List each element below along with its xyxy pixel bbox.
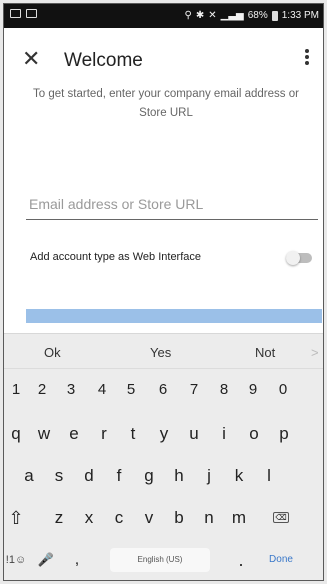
key-d[interactable]: d [74,456,104,496]
key-u[interactable]: u [179,414,209,454]
key-p[interactable]: p [269,414,299,454]
key-5[interactable]: 5 [116,370,146,410]
status-bar: ⚲ ✱ ✕ ▁▃▅ 68% 1:33 PM [4,4,323,28]
gallery-icon [10,9,21,18]
app-bar: ✕ Welcome [4,40,323,74]
notification-icons [10,9,37,18]
key-s[interactable]: s [44,456,74,496]
key-t[interactable]: t [118,414,148,454]
space-key[interactable]: English (US) [110,548,210,572]
battery-icon [271,10,278,21]
web-interface-label: Add account type as Web Interface [30,251,202,263]
microphone-key[interactable]: 🎤 [31,540,61,580]
done-key[interactable]: Done [266,540,296,580]
key-g[interactable]: g [134,456,164,496]
key-i[interactable]: i [209,414,239,454]
comma-key[interactable]: , [62,540,92,580]
key-f[interactable]: f [104,456,134,496]
key-6[interactable]: 6 [148,370,178,410]
key-v[interactable]: v [134,498,164,538]
mute-icon: ✕ [208,9,217,21]
message-icon [26,9,37,18]
letter-row-2: a s d f g h j k l [4,456,323,496]
more-options-icon[interactable] [299,48,315,68]
phone-screen: ⚲ ✱ ✕ ▁▃▅ 68% 1:33 PM ✕ Welcome To get s… [3,3,324,581]
backspace-icon: ⌫ [273,512,289,523]
key-e[interactable]: e [59,414,89,454]
email-or-store-url-input[interactable] [26,190,318,220]
backspace-key[interactable]: ⌫ [266,498,296,538]
instructions-text: To get started, enter your company email… [33,88,299,119]
key-q[interactable]: q [4,414,31,454]
number-row: 1 2 3 4 5 6 7 8 9 0 [4,370,323,410]
key-z[interactable]: z [44,498,74,538]
suggestion-1[interactable]: Ok [44,345,61,360]
key-3[interactable]: 3 [56,370,86,410]
key-j[interactable]: j [194,456,224,496]
bottom-row: !1☺ 🎤 , English (US) . Done [4,540,323,580]
toggle-knob [286,251,300,265]
key-n[interactable]: n [194,498,224,538]
key-x[interactable]: x [74,498,104,538]
location-icon: ⚲ [184,9,192,21]
letter-row-3: ⇧ z x c v b n m ⌫ [4,498,323,538]
key-k[interactable]: k [224,456,254,496]
on-screen-keyboard: Ok Yes Not > 1 2 3 4 5 6 7 8 9 0 q w e r… [4,333,323,580]
key-o[interactable]: o [239,414,269,454]
period-key[interactable]: . [226,540,256,580]
battery-percent: 68% [247,10,268,21]
bluetooth-icon: ✱ [195,9,205,21]
key-7[interactable]: 7 [179,370,209,410]
symbols-key[interactable]: !1☺ [4,540,31,580]
suggestion-bar: Ok Yes Not > [4,334,323,369]
key-b[interactable]: b [164,498,194,538]
status-indicators: ⚲ ✱ ✕ ▁▃▅ 68% 1:33 PM [185,10,319,21]
page-title: Welcome [64,50,143,71]
key-8[interactable]: 8 [209,370,239,410]
signal-icon: ▁▃▅ [220,9,244,21]
key-a[interactable]: a [14,456,44,496]
key-y[interactable]: y [149,414,179,454]
key-h[interactable]: h [164,456,194,496]
key-0[interactable]: 0 [268,370,298,410]
shift-key[interactable]: ⇧ [4,498,31,538]
key-w[interactable]: w [29,414,59,454]
web-interface-toggle[interactable] [286,251,312,265]
suggestion-expand-icon[interactable]: > [311,345,319,360]
continue-button[interactable] [26,309,322,323]
key-r[interactable]: r [89,414,119,454]
suggestion-3[interactable]: Not [255,345,275,360]
clock: 1:33 PM [281,10,319,21]
key-l[interactable]: l [254,456,284,496]
key-c[interactable]: c [104,498,134,538]
key-4[interactable]: 4 [87,370,117,410]
key-9[interactable]: 9 [238,370,268,410]
close-button[interactable]: ✕ [22,48,40,70]
web-interface-row: Add account type as Web Interface [26,248,316,268]
letter-row-1: q w e r t y u i o p [4,414,323,454]
key-2[interactable]: 2 [27,370,57,410]
suggestion-2[interactable]: Yes [150,345,171,360]
key-m[interactable]: m [224,498,254,538]
